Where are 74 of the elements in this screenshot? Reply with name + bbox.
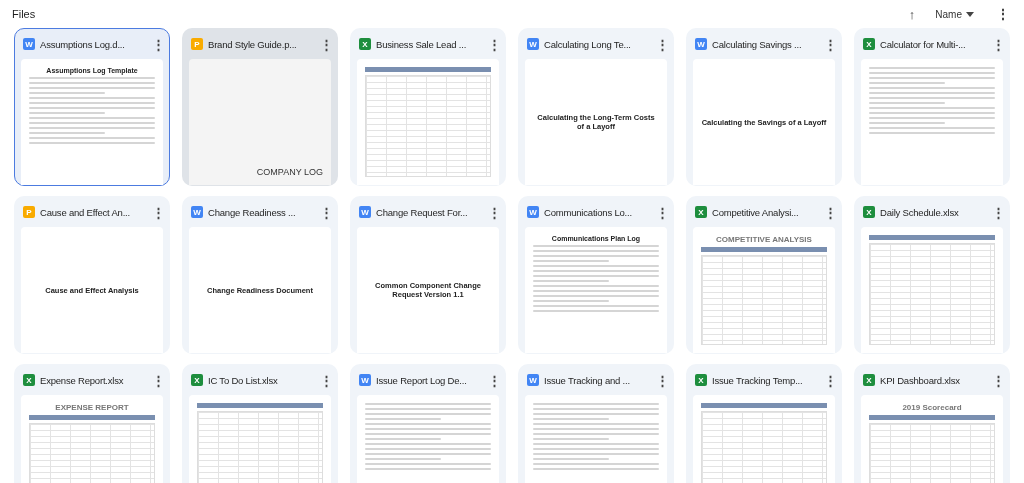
preview-heading: COMPANY LOG <box>256 167 323 177</box>
file-card[interactable]: X Issue Tracking Temp... ⋮ <box>686 364 842 483</box>
file-type-icon: X <box>863 38 875 50</box>
file-name: KPI Dashboard.xlsx <box>880 374 961 386</box>
file-card[interactable]: X Competitive Analysi... ⋮ COMPETITIVE ANALYSIS <box>686 196 842 354</box>
file-type-icon: W <box>359 206 371 218</box>
more-actions-button[interactable]: ⋮ <box>150 36 167 52</box>
file-type-icon: W <box>527 206 539 218</box>
more-actions-button[interactable]: ⋮ <box>486 204 503 220</box>
file-type-icon: P <box>23 206 35 218</box>
more-actions-button[interactable]: ⋮ <box>990 204 1007 220</box>
more-actions-button[interactable]: ⋮ <box>486 372 503 388</box>
file-card[interactable]: X KPI Dashboard.xlsx ⋮ 2019 Scorecard <box>854 364 1010 483</box>
file-card[interactable]: X Expense Report.xlsx ⋮ EXPENSE REPORT <box>14 364 170 483</box>
more-actions-button[interactable]: ⋮ <box>990 372 1007 388</box>
file-type-icon: P <box>191 38 203 50</box>
more-actions-button[interactable]: ⋮ <box>318 372 335 388</box>
file-type-icon: W <box>527 374 539 386</box>
file-type-icon: W <box>359 374 371 386</box>
file-type-icon: X <box>191 374 203 386</box>
more-actions-button[interactable]: ⋮ <box>318 204 335 220</box>
file-type-icon: X <box>23 374 35 386</box>
file-name: Change Readiness ... <box>208 206 297 218</box>
file-name: Change Request For... <box>376 206 469 218</box>
file-type-icon: W <box>527 38 539 50</box>
more-actions-button[interactable]: ⋮ <box>822 36 839 52</box>
preview-heading: COMPETITIVE ANALYSIS <box>715 235 813 244</box>
file-name: Expense Report.xlsx <box>40 374 125 386</box>
file-type-icon: W <box>23 38 35 50</box>
file-name: Communications Lo... <box>544 206 633 218</box>
more-actions-button[interactable]: ⋮ <box>654 204 671 220</box>
file-type-icon: X <box>695 206 707 218</box>
file-name: Daily Schedule.xlsx <box>880 206 960 218</box>
file-name: Brand Style Guide.p... <box>208 38 298 50</box>
section-title: Files <box>12 8 37 20</box>
more-actions-button[interactable]: ⋮ <box>150 372 167 388</box>
file-name: Issue Tracking and ... <box>544 374 631 386</box>
more-actions-button[interactable]: ⋮ <box>822 204 839 220</box>
more-actions-button[interactable]: ⋮ <box>654 372 671 388</box>
file-name: Business Sale Lead ... <box>376 38 468 50</box>
file-type-icon: X <box>359 38 371 50</box>
file-type-icon: X <box>863 374 875 386</box>
file-name: Assumptions Log.d... <box>40 38 126 50</box>
caret-icon <box>966 11 974 17</box>
more-actions-button[interactable]: ⋮ <box>990 36 1007 52</box>
preview-heading: EXPENSE REPORT <box>54 403 130 412</box>
more-options-button[interactable]: ⋮ <box>996 6 1010 22</box>
file-name: IC To Do List.xlsx <box>208 374 279 386</box>
preview-heading: 2019 Scorecard <box>901 403 963 412</box>
more-actions-button[interactable]: ⋮ <box>150 204 167 220</box>
file-type-icon: X <box>863 206 875 218</box>
sort-direction-icon[interactable]: ↑ <box>908 6 916 22</box>
file-type-icon: X <box>695 374 707 386</box>
file-name: Issue Tracking Temp... <box>712 374 804 386</box>
more-actions-button[interactable]: ⋮ <box>486 36 503 52</box>
file-name: Issue Report Log De... <box>376 374 468 386</box>
file-card[interactable]: W Issue Report Log De... ⋮ <box>350 364 506 483</box>
file-name: Calculating Long Te... <box>544 38 632 50</box>
file-card[interactable]: W Issue Tracking and ... ⋮ <box>518 364 674 483</box>
file-card[interactable]: P Brand Style Guide.p... ⋮ COMPANY LOG <box>182 28 338 186</box>
file-type-icon: W <box>695 38 707 50</box>
file-card[interactable]: X Business Sale Lead ... ⋮ <box>350 28 506 186</box>
file-name: Calculating Savings ... <box>712 38 803 50</box>
file-name: Competitive Analysi... <box>712 206 800 218</box>
file-card[interactable]: X IC To Do List.xlsx ⋮ <box>182 364 338 483</box>
more-actions-button[interactable]: ⋮ <box>822 372 839 388</box>
file-card[interactable]: X Calculator for Multi-... ⋮ <box>854 28 1010 186</box>
more-actions-button[interactable]: ⋮ <box>318 36 335 52</box>
sort-dropdown[interactable]: Name <box>935 8 974 20</box>
file-card[interactable]: X Daily Schedule.xlsx ⋮ <box>854 196 1010 354</box>
file-name: Cause and Effect An... <box>40 206 131 218</box>
more-actions-button[interactable]: ⋮ <box>654 36 671 52</box>
file-name: Calculator for Multi-... <box>880 38 967 50</box>
file-type-icon: W <box>191 206 203 218</box>
